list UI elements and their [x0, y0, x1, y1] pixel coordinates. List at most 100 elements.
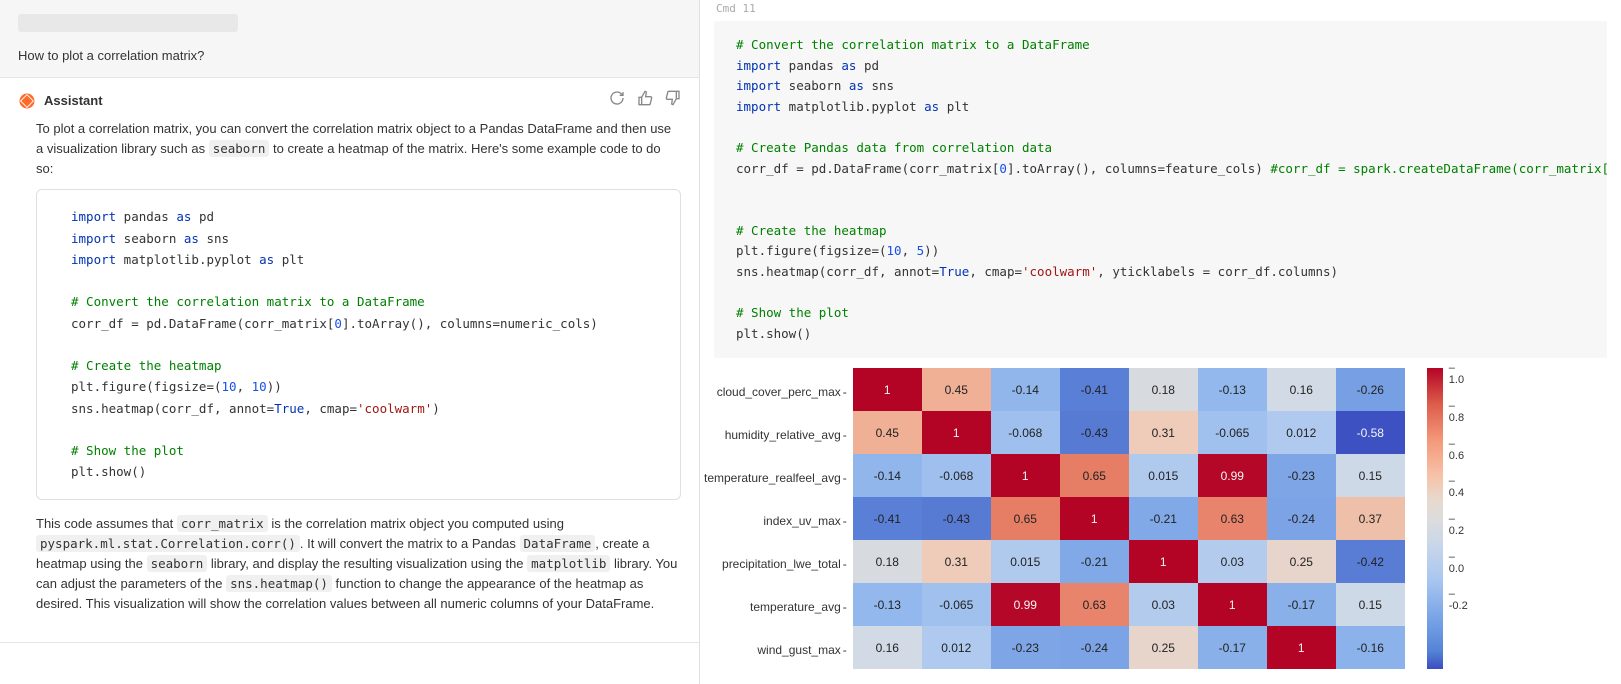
assistant-label: Assistant [44, 93, 609, 108]
heatmap-cell: -0.26 [1336, 368, 1405, 411]
inline-code-heatmapfn: sns.heatmap() [226, 575, 332, 592]
heatmap-cell: 0.25 [1267, 540, 1336, 583]
heatmap-cell: 1 [1198, 583, 1267, 626]
heatmap-cell: 0.012 [1267, 411, 1336, 454]
inline-code-dataframe: DataFrame [520, 535, 596, 552]
colorbar-gradient [1427, 368, 1443, 669]
heatmap-row: -0.41-0.430.651-0.210.63-0.240.37 [853, 497, 1405, 540]
heatmap-cell: 0.31 [922, 540, 991, 583]
command-number-label: Cmd 11 [700, 0, 1621, 17]
heatmap-row-label: precipitation_lwe_total - [704, 542, 853, 585]
heatmap-cell: 0.03 [1198, 540, 1267, 583]
heatmap-cell: 1 [1267, 626, 1336, 669]
inline-code-pyspark: pyspark.ml.stat.Correlation.corr() [36, 535, 300, 552]
heatmap-cell: -0.068 [922, 454, 991, 497]
heatmap-cell: -0.41 [1060, 368, 1129, 411]
heatmap-cell: -0.13 [1198, 368, 1267, 411]
heatmap-row-label: index_uv_max - [704, 499, 853, 542]
thumbs-down-icon[interactable] [665, 90, 681, 111]
heatmap-row: -0.14-0.06810.650.0150.99-0.230.15 [853, 454, 1405, 497]
inline-code-mpl: matplotlib [527, 555, 610, 572]
heatmap-row: -0.13-0.0650.990.630.031-0.170.15 [853, 583, 1405, 626]
colorbar: – 1.0– 0.8– 0.6– 0.4– 0.2– 0.0– -0.2 [1405, 368, 1485, 684]
heatmap-cell: 0.31 [1129, 411, 1198, 454]
colorbar-tick: – 0.8 [1449, 400, 1464, 424]
heatmap-row-label: temperature_avg - [704, 585, 853, 628]
heatmap-cell: -0.13 [853, 583, 922, 626]
heatmap-cell: 0.99 [991, 583, 1060, 626]
assistant-outro: This code assumes that corr_matrix is th… [36, 514, 681, 615]
thumbs-up-icon[interactable] [637, 90, 653, 111]
assistant-body: To plot a correlation matrix, you can co… [0, 119, 699, 642]
assistant-header: Assistant [0, 78, 699, 119]
heatmap-grid: 10.45-0.14-0.410.18-0.130.16-0.260.451-0… [853, 368, 1405, 684]
heatmap-cell: -0.24 [1060, 626, 1129, 669]
heatmap-cell: 0.25 [1129, 626, 1198, 669]
heatmap-cell: 0.18 [1129, 368, 1198, 411]
heatmap-cell: 0.015 [1129, 454, 1198, 497]
heatmap-cell: 0.012 [922, 626, 991, 669]
heatmap-cell: -0.21 [1060, 540, 1129, 583]
heatmap-cell: 0.16 [1267, 368, 1336, 411]
heatmap-cell: 0.37 [1336, 497, 1405, 540]
heatmap-cell: 0.65 [991, 497, 1060, 540]
heatmap-cell: 0.03 [1129, 583, 1198, 626]
heatmap-cell: 1 [1129, 540, 1198, 583]
heatmap-cell: 0.18 [853, 540, 922, 583]
heatmap-cell: -0.14 [853, 454, 922, 497]
heatmap-cell: -0.068 [991, 411, 1060, 454]
user-header-placeholder [18, 14, 238, 32]
heatmap-cell: -0.43 [922, 497, 991, 540]
colorbar-tick: – 0.2 [1449, 513, 1464, 537]
assistant-code[interactable]: import pandas as pd import seaborn as sn… [37, 206, 680, 482]
heatmap-cell: 1 [1060, 497, 1129, 540]
heatmap-row-label: temperature_realfeel_avg - [704, 456, 853, 499]
heatmap-row: 0.451-0.068-0.430.31-0.0650.012-0.58 [853, 411, 1405, 454]
heatmap-row-label: cloud_cover_perc_max - [704, 370, 853, 413]
colorbar-tick: – -0.2 [1449, 588, 1468, 612]
heatmap-cell: -0.17 [1198, 626, 1267, 669]
heatmap-cell: 1 [922, 411, 991, 454]
regenerate-icon[interactable] [609, 90, 625, 111]
assistant-icon [18, 92, 36, 110]
heatmap-cell: -0.23 [1267, 454, 1336, 497]
heatmap-cell: -0.42 [1336, 540, 1405, 583]
assistant-intro: To plot a correlation matrix, you can co… [36, 119, 681, 179]
heatmap-cell: 0.45 [922, 368, 991, 411]
heatmap-cell: 0.15 [1336, 583, 1405, 626]
assistant-actions [609, 90, 681, 111]
colorbar-tick: – 0.6 [1449, 438, 1464, 462]
inline-code-seaborn: seaborn [209, 140, 270, 157]
heatmap-row: 0.160.012-0.23-0.240.25-0.171-0.16 [853, 626, 1405, 669]
heatmap-cell: -0.24 [1267, 497, 1336, 540]
notebook-code[interactable]: # Convert the correlation matrix to a Da… [714, 35, 1607, 344]
notebook-output: cloud_cover_perc_max -humidity_relative_… [700, 358, 1621, 684]
notebook-code-cell[interactable]: # Convert the correlation matrix to a Da… [714, 21, 1607, 358]
heatmap-row: 0.180.310.015-0.2110.030.25-0.42 [853, 540, 1405, 583]
inline-code-corrmatrix: corr_matrix [177, 515, 268, 532]
heatmap-cell: -0.21 [1129, 497, 1198, 540]
inline-code-sns: seaborn [147, 555, 208, 572]
heatmap-cell: -0.16 [1336, 626, 1405, 669]
heatmap-cell: -0.14 [991, 368, 1060, 411]
heatmap-cell: -0.17 [1267, 583, 1336, 626]
heatmap-cell: -0.065 [922, 583, 991, 626]
heatmap-cell: 0.99 [1198, 454, 1267, 497]
heatmap-row: 10.45-0.14-0.410.18-0.130.16-0.26 [853, 368, 1405, 411]
heatmap-cell: -0.41 [853, 497, 922, 540]
chat-panel: How to plot a correlation matrix? Assist… [0, 0, 700, 684]
colorbar-tick: – 0.4 [1449, 475, 1464, 499]
heatmap-cell: 1 [853, 368, 922, 411]
colorbar-tick: – 1.0 [1449, 362, 1464, 386]
notebook-panel: Cmd 11 # Convert the correlation matrix … [700, 0, 1621, 684]
user-message: How to plot a correlation matrix? [0, 0, 699, 78]
heatmap-plot: cloud_cover_perc_max -humidity_relative_… [704, 368, 1617, 684]
heatmap-row-label: wind_gust_max - [704, 628, 853, 671]
heatmap-cell: 0.63 [1198, 497, 1267, 540]
heatmap-cell: 0.45 [853, 411, 922, 454]
user-question-text: How to plot a correlation matrix? [18, 48, 681, 63]
heatmap-cell: 0.16 [853, 626, 922, 669]
heatmap-cell: 1 [991, 454, 1060, 497]
heatmap-cell: 0.65 [1060, 454, 1129, 497]
heatmap-cell: -0.43 [1060, 411, 1129, 454]
